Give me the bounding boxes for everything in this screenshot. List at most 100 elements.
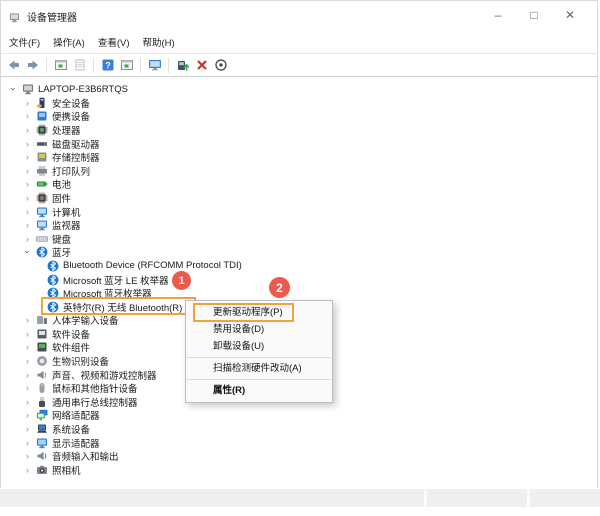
tree-item-audio-inputs-outputs[interactable]: › 音频输入和输出 [1, 449, 597, 463]
tree-item-security-devices[interactable]: › 安全设备 [1, 96, 597, 110]
annotation-step-badge-1: 1 [172, 271, 191, 290]
tree-item-monitors[interactable]: › 监视器 [1, 218, 597, 232]
console-window-icon[interactable] [119, 58, 134, 73]
usb-icon [36, 396, 48, 408]
back-icon[interactable] [6, 58, 21, 73]
tree-item-disk-drives[interactable]: › 磁盘驱动器 [1, 137, 597, 151]
battery-icon [36, 178, 48, 190]
tree-item-cameras[interactable]: › 照相机 [1, 463, 597, 477]
tree-item-network-adapters[interactable]: › 网络适配器 [1, 409, 597, 423]
chevron-collapsed-icon[interactable]: › [22, 342, 33, 352]
chevron-expanded-icon[interactable]: › [9, 84, 19, 95]
tree-item-label: 打印队列 [52, 166, 91, 178]
tree-item-label: 人体学输入设备 [52, 316, 119, 328]
menu-view[interactable]: 查看(V) [98, 35, 130, 49]
maximize-button[interactable]: □ [523, 5, 545, 25]
tree-root[interactable]: › LAPTOP-E3B6RTQS [1, 82, 597, 96]
chevron-collapsed-icon[interactable]: › [22, 139, 33, 149]
square-icon [36, 341, 48, 353]
chevron-collapsed-icon[interactable]: › [22, 370, 33, 380]
tree-item-label: 键盘 [52, 234, 72, 246]
menu-file[interactable]: 文件(F) [9, 35, 40, 49]
bluetooth-icon [47, 287, 59, 299]
chevron-collapsed-icon[interactable]: › [22, 329, 33, 339]
menu-item-scan-hardware-changes[interactable]: 扫描检测硬件改动(A) [186, 360, 332, 377]
tree-item-ms-bluetooth-le-enumerator[interactable]: Microsoft 蓝牙 LE 枚举器 [1, 273, 597, 287]
tree-item-batteries[interactable]: › 电池 [1, 178, 597, 192]
minimize-button[interactable]: – [487, 5, 509, 25]
tower-icon [36, 97, 48, 109]
tree-item-keyboards[interactable]: › 键盘 [1, 232, 597, 246]
tree-item-label: 计算机 [52, 207, 81, 219]
printer-icon [36, 165, 48, 177]
chevron-collapsed-icon[interactable]: › [22, 356, 33, 366]
update-driver-icon[interactable] [175, 58, 190, 73]
tree-item-label: 固件 [52, 193, 72, 205]
mouse-icon [36, 382, 48, 394]
chevron-collapsed-icon[interactable]: › [22, 315, 33, 325]
chevron-collapsed-icon[interactable]: › [22, 410, 33, 420]
chevron-collapsed-icon[interactable]: › [22, 207, 33, 217]
chevron-collapsed-icon[interactable]: › [22, 193, 33, 203]
menu-bar: 文件(F) 操作(A) 查看(V) 帮助(H) [1, 30, 597, 54]
chevron-expanded-icon[interactable]: › [23, 247, 33, 258]
chevron-collapsed-icon[interactable]: › [22, 465, 33, 475]
close-button[interactable]: ✕ [559, 5, 581, 25]
properties-page-icon[interactable] [72, 58, 87, 73]
device-tree: › LAPTOP-E3B6RTQS › 安全设备 › 便携设备 › 处理器 › 磁盘驱动器 › 存储控… [1, 77, 597, 491]
tree-item-storage-controllers[interactable]: › 存储控制器 [1, 150, 597, 164]
context-menu: 更新驱动程序(P) 禁用设备(D) 卸载设备(U) 扫描检测硬件改动(A) 属性(R) [185, 300, 333, 403]
chevron-collapsed-icon[interactable]: › [22, 438, 33, 448]
menu-item-update-driver[interactable]: 更新驱动程序(P) [186, 304, 332, 321]
computer-monitor-icon[interactable] [147, 58, 162, 73]
tree-item-label: 英特尔(R) 无线 Bluetooth(R) [63, 302, 183, 314]
tree-item-firmware[interactable]: › 固件 [1, 191, 597, 205]
scan-hardware-icon[interactable] [213, 58, 228, 73]
tree-item-label: 网络适配器 [52, 411, 100, 423]
screen: 设备管理器 – □ ✕ 文件(F) 操作(A) 查看(V) 帮助(H) ? › LAPT… [0, 0, 600, 516]
chevron-collapsed-icon[interactable]: › [22, 383, 33, 393]
tree-item-print-queues[interactable]: › 打印队列 [1, 164, 597, 178]
menu-item-disable-device[interactable]: 禁用设备(D) [186, 321, 332, 338]
chevron-collapsed-icon[interactable]: › [22, 179, 33, 189]
chevron-collapsed-icon[interactable]: › [22, 424, 33, 434]
chevron-collapsed-icon[interactable]: › [22, 125, 33, 135]
forward-icon[interactable] [25, 58, 40, 73]
console-window-icon[interactable] [53, 58, 68, 73]
tree-item-portable-devices[interactable]: › 便携设备 [1, 110, 597, 123]
bar-icon [36, 138, 48, 150]
menu-item-uninstall-device[interactable]: 卸载设备(U) [186, 338, 332, 355]
menu-action[interactable]: 操作(A) [53, 35, 85, 49]
tree-item-display-adapters[interactable]: › 显示适配器 [1, 436, 597, 450]
chevron-collapsed-icon[interactable]: › [22, 111, 33, 121]
uninstall-device-icon[interactable] [194, 58, 209, 73]
chevron-collapsed-icon[interactable]: › [22, 397, 33, 407]
chevron-collapsed-icon[interactable]: › [22, 234, 33, 244]
help-icon[interactable]: ? [100, 58, 115, 73]
tree-item-bluetooth[interactable]: › 蓝牙 [1, 246, 597, 260]
tree-item-label: 电池 [52, 180, 72, 192]
speaker-icon [36, 369, 48, 381]
tree-item-computer[interactable]: › 计算机 [1, 205, 597, 219]
tree-item-label: 监视器 [52, 221, 81, 233]
tree-item-label: 声音、视频和游戏控制器 [52, 370, 157, 382]
device-manager-icon [9, 10, 20, 23]
bluetooth-icon [47, 260, 59, 272]
monitor-icon [36, 206, 48, 218]
monitor-icon [36, 219, 48, 231]
menu-help[interactable]: 帮助(H) [142, 35, 174, 49]
chevron-collapsed-icon[interactable]: › [22, 98, 33, 108]
chevron-collapsed-icon[interactable]: › [22, 451, 33, 461]
tree-item-label: 安全设备 [52, 98, 91, 110]
chevron-collapsed-icon[interactable]: › [22, 220, 33, 230]
svg-text:?: ? [105, 61, 111, 71]
keyboard-icon [36, 233, 48, 245]
chevron-collapsed-icon[interactable]: › [22, 152, 33, 162]
menu-item-properties[interactable]: 属性(R) [186, 382, 332, 399]
chevron-collapsed-icon[interactable]: › [22, 166, 33, 176]
tree-item-label: 蓝牙 [52, 248, 72, 260]
tree-item-processors[interactable]: › 处理器 [1, 123, 597, 137]
tree-item-system-devices[interactable]: › 系统设备 [1, 422, 597, 436]
tree-item-ms-bluetooth-enumerator[interactable]: Microsoft 蓝牙枚举器 [1, 286, 597, 300]
tree-item-bluetooth-rfcomm[interactable]: Bluetooth Device (RFCOMM Protocol TDI) [1, 259, 597, 273]
